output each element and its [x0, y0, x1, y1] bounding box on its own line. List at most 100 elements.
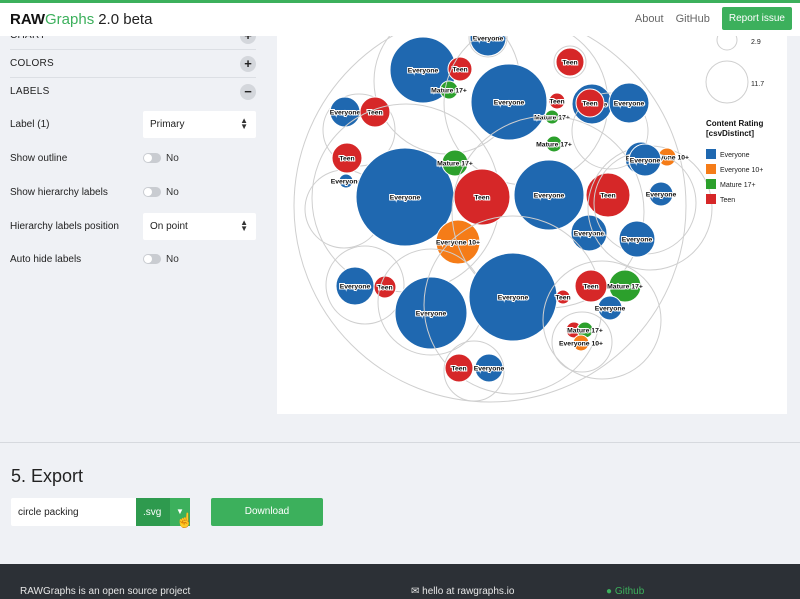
mail-icon: ✉ — [411, 586, 423, 597]
leaf-label: Mature 17+ — [607, 284, 643, 291]
leaf-label: Everyone — [498, 295, 529, 302]
footer-github-text: Github — [614, 586, 645, 597]
leaf-label: Everyone — [646, 192, 677, 199]
leaf-label: Everyone — [330, 110, 361, 117]
top-navbar: RAWGraphs 2.0 beta About GitHub Report is… — [0, 0, 800, 36]
leaf-label: Teen — [555, 295, 570, 302]
pointer-cursor-icon: ☝ — [176, 512, 194, 528]
leaf-label: Teen — [367, 110, 382, 117]
size-legend-large-label: 11.7 — [751, 81, 764, 88]
collapse-icon[interactable]: − — [240, 84, 256, 100]
options-panel: CHART + COLORS + LABELS − Label (1) Prim… — [0, 28, 266, 418]
section-labels-label: LABELS — [10, 86, 50, 97]
show-outline-value: No — [166, 153, 179, 164]
legend-label: Everyone — [720, 152, 750, 159]
github-link[interactable]: GitHub — [676, 13, 710, 25]
select-caret-icon: ▲ ▼ — [240, 218, 248, 233]
section-divider — [0, 442, 800, 443]
brand-graphs: Graphs — [45, 11, 95, 28]
select-caret-icon: ▲ ▼ — [240, 116, 248, 131]
leaf-label: Everyone — [630, 158, 661, 165]
legend-title: Content Rating — [706, 119, 763, 128]
leaf-label: Everyone — [408, 68, 439, 75]
show-hierarchy-toggle[interactable] — [143, 187, 161, 197]
leaf-label: Everyone — [534, 193, 565, 200]
footer-about: RAWGraphs is an open source project — [20, 586, 191, 597]
report-issue-button[interactable]: Report issue — [721, 7, 792, 30]
brand-logo[interactable]: RAWGraphs 2.0 beta — [10, 11, 152, 28]
auto-hide-toggle[interactable] — [143, 254, 161, 264]
leaf-label: Teen — [583, 284, 598, 291]
show-outline-row: Show outline No — [10, 145, 256, 173]
leaf-label: Everyone — [494, 100, 525, 107]
label1-value: Primary — [150, 119, 185, 130]
filename-input[interactable]: circle packing — [11, 498, 136, 526]
auto-hide-label: Auto hide labels — [10, 254, 82, 265]
label1-row: Label (1) Primary ▲ ▼ — [10, 111, 256, 139]
leaf-label: Teen — [600, 193, 615, 200]
auto-hide-value: No — [166, 254, 179, 265]
footer-email[interactable]: ✉ hello at rawgraphs.io — [411, 586, 514, 597]
legend-label: Everyone 10+ — [720, 167, 763, 174]
legend-subtitle: [csvDistinct] — [706, 129, 754, 138]
legend-label: Teen — [720, 197, 735, 204]
legend-swatch — [706, 194, 716, 204]
leaf-label: Teen — [562, 60, 577, 67]
format-value: .svg — [143, 507, 162, 518]
leaf-label: Everyone — [390, 195, 421, 202]
legend-swatch — [706, 179, 716, 189]
footer-github[interactable]: ● Github — [606, 586, 644, 597]
about-link[interactable]: About — [635, 13, 664, 25]
show-hierarchy-label: Show hierarchy labels — [10, 187, 108, 198]
leaf-label: Teen — [452, 67, 467, 74]
leaf-label: Everyone — [474, 366, 505, 373]
leaf-label: Everyone 10+ — [559, 341, 603, 348]
leaf-label: Teen — [474, 195, 489, 202]
leaf-label: Everyone — [622, 237, 653, 244]
leaf-label: Mature 17+ — [567, 328, 603, 335]
label1-label: Label (1) — [10, 119, 50, 130]
chart-area: Everyone Everyone Teen Mature 17+ Teen Everyo… — [277, 7, 787, 414]
brand-version: 2.0 beta — [98, 11, 153, 28]
section-colors-label: COLORS — [10, 58, 55, 69]
section-colors[interactable]: COLORS + — [10, 50, 256, 78]
hierarchy-pos-select[interactable]: On point ▲ ▼ — [143, 213, 256, 240]
footer-email-text: hello at rawgraphs.io — [422, 586, 515, 597]
download-button[interactable]: Download — [211, 498, 323, 526]
hierarchy-pos-label: Hierarchy labels position — [10, 221, 119, 232]
legend-swatch — [706, 164, 716, 174]
leaf-label: Everyone — [331, 179, 362, 186]
leaf-label: Mature 17+ — [534, 115, 570, 122]
expand-icon[interactable]: + — [240, 56, 256, 72]
export-heading: 5. Export — [11, 466, 84, 486]
auto-hide-row: Auto hide labels No — [10, 246, 256, 274]
hierarchy-pos-value: On point — [150, 221, 188, 232]
size-legend-large — [705, 60, 749, 104]
leaf-label: Teen — [549, 99, 564, 106]
show-outline-label: Show outline — [10, 153, 68, 164]
leaf-label: Everyone — [595, 306, 626, 313]
legend-label: Mature 17+ — [720, 182, 756, 189]
footer: RAWGraphs is an open source project ✉ he… — [0, 564, 800, 599]
leaf-label: Everyone — [614, 101, 645, 108]
nav-links: About GitHub Report issue — [635, 7, 792, 30]
hierarchy-pos-row: Hierarchy labels position On point ▲ ▼ — [10, 213, 256, 241]
leaf-label: Everyone — [416, 311, 447, 318]
leaf-label: Teen — [339, 156, 354, 163]
circle-packing-chart: Everyone Everyone Teen Mature 17+ Teen Everyo… — [293, 7, 764, 403]
brand-raw: RAW — [10, 11, 45, 28]
leaf-label: Everyone — [574, 231, 605, 238]
github-icon: ● — [606, 586, 615, 597]
leaf-label: Mature 17+ — [431, 88, 467, 95]
show-outline-toggle[interactable] — [143, 153, 161, 163]
show-hierarchy-row: Show hierarchy labels No — [10, 179, 256, 207]
size-legend-small-label: 2.9 — [751, 39, 761, 46]
leaf-label: Mature 17+ — [437, 161, 473, 168]
label1-select[interactable]: Primary ▲ ▼ — [143, 111, 256, 138]
leaf-label: Mature 17+ — [536, 142, 572, 149]
leaf-label: Teen — [451, 366, 466, 373]
section-labels[interactable]: LABELS − — [10, 78, 256, 106]
legend-swatch — [706, 149, 716, 159]
leaf-label: Everyone — [340, 284, 371, 291]
leaf-label: Teen — [582, 101, 597, 108]
